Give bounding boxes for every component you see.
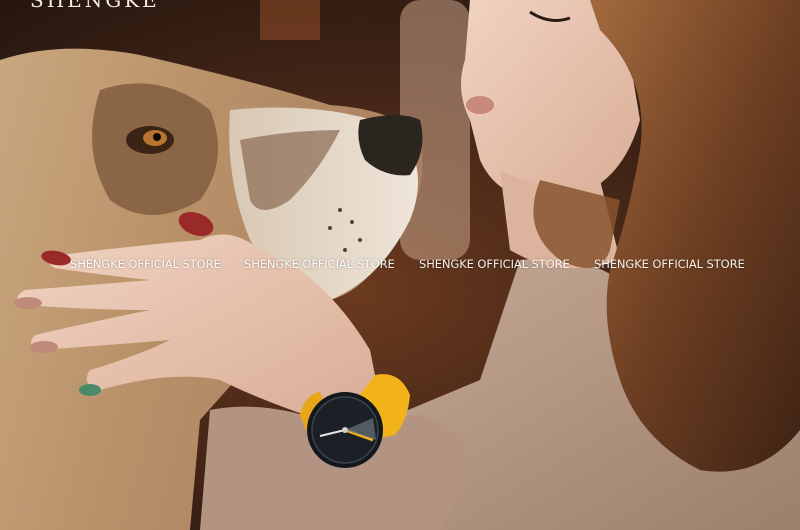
dog-pupil <box>153 133 161 141</box>
watch-center-pin <box>342 427 348 433</box>
watermark-row: SHENGKE OFFICIAL STORE SHENGKE OFFICIAL … <box>0 257 800 275</box>
background-light-patch <box>260 0 320 40</box>
ring <box>79 384 101 396</box>
watermark-text: SHENGKE OFFICIAL STORE <box>594 257 745 271</box>
woman-lips <box>466 96 494 114</box>
brand-logo: SHENGKE <box>30 0 160 12</box>
product-photo: SHENGKE SHENGKE OFFICIAL STORE SHENGKE O… <box>0 0 800 530</box>
watermark-text: SHENGKE OFFICIAL STORE <box>244 257 395 271</box>
watermark-text: SHENGKE OFFICIAL STORE <box>70 257 221 271</box>
watermark-text: SHENGKE OFFICIAL STORE <box>419 257 570 271</box>
